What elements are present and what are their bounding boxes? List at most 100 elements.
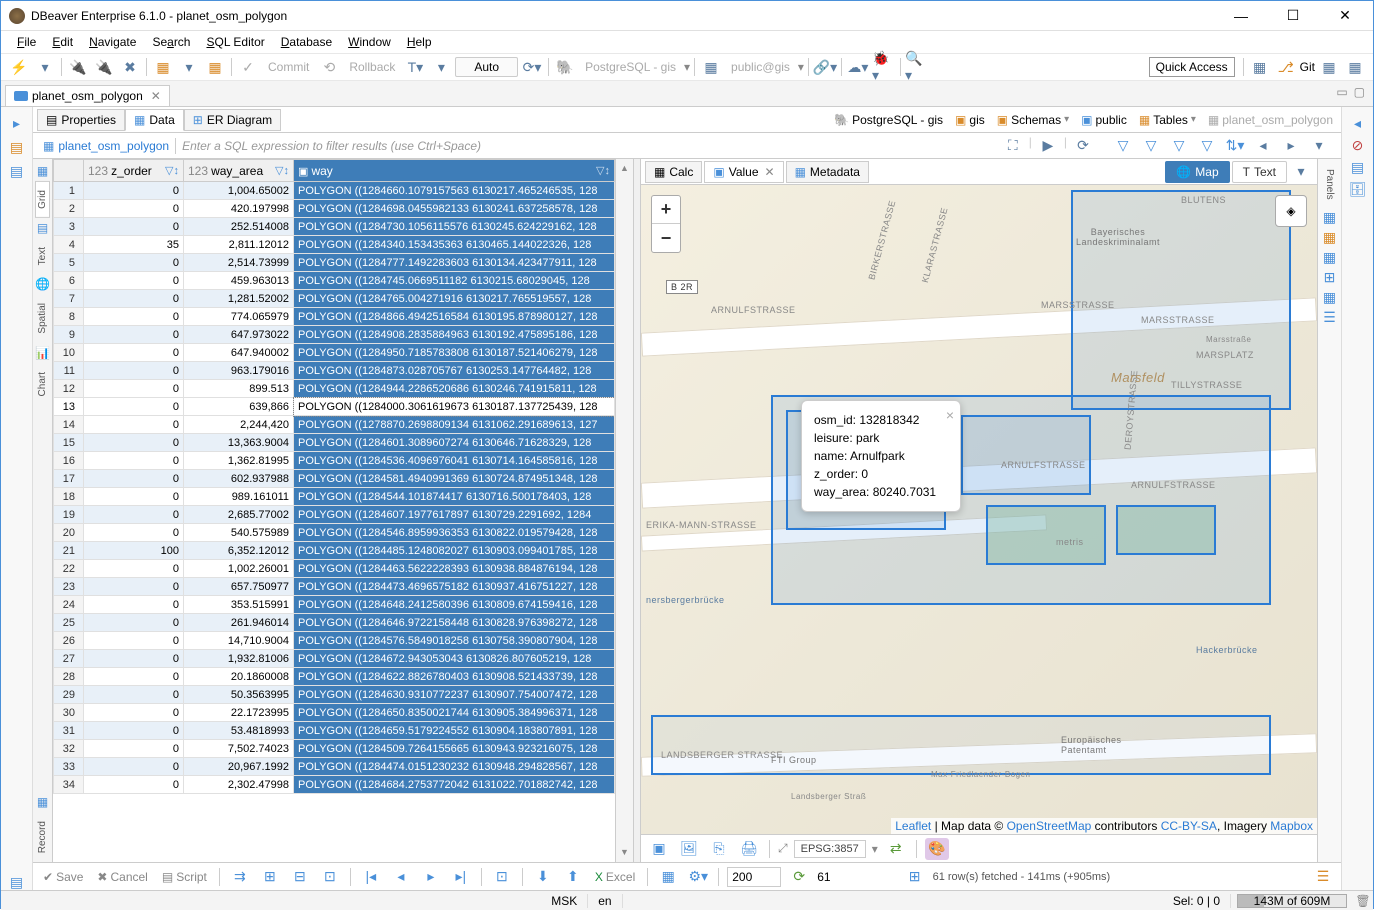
nav-first-icon[interactable]: |◂ <box>359 866 383 888</box>
panel-menu-icon[interactable]: ▾ <box>1289 161 1313 183</box>
close-button[interactable]: ✕ <box>1325 2 1365 30</box>
cell-way-area[interactable]: 6,352.12012 <box>184 542 294 560</box>
cell-way-area[interactable]: 261.946014 <box>184 614 294 632</box>
new-connection-icon[interactable]: ⚡ <box>7 56 31 78</box>
row-number[interactable]: 4 <box>54 236 84 254</box>
table-row[interactable]: 502,514.73999POLYGON ((1284777.149228360… <box>54 254 615 272</box>
row-number[interactable]: 17 <box>54 470 84 488</box>
cell-z-order[interactable]: 0 <box>84 758 184 776</box>
table-row[interactable]: 90647.973022POLYGON ((1284908.2835884963… <box>54 326 615 344</box>
db-icon[interactable]: 🗄 <box>1349 181 1367 197</box>
row-number[interactable]: 3 <box>54 218 84 236</box>
table-row[interactable]: 701,281.52002POLYGON ((1284765.004271916… <box>54 290 615 308</box>
cell-way[interactable]: POLYGON ((1284944.2286520686 6130246.741… <box>294 380 615 398</box>
bug-icon[interactable]: 🐞▾ <box>872 56 896 78</box>
cell-way-area[interactable]: 2,514.73999 <box>184 254 294 272</box>
cell-way[interactable]: POLYGON ((1284672.943053043 6130826.8076… <box>294 650 615 668</box>
sql-new-icon[interactable]: ▦ <box>203 56 227 78</box>
table-row[interactable]: 30022.1723995POLYGON ((1284650.835002174… <box>54 704 615 722</box>
gear-icon[interactable]: ⚙▾ <box>686 866 710 888</box>
cell-way[interactable]: POLYGON ((1284660.1079157563 6130217.465… <box>294 182 615 200</box>
bc-catalog[interactable]: ▣gis <box>951 111 989 129</box>
row-number[interactable]: 31 <box>54 722 84 740</box>
cancel-button[interactable]: ✖Cancel <box>93 868 151 886</box>
cell-way[interactable]: POLYGON ((1284777.1492283603 6130134.423… <box>294 254 615 272</box>
table-row[interactable]: 250261.946014POLYGON ((1284646.972215844… <box>54 614 615 632</box>
row-number[interactable]: 22 <box>54 560 84 578</box>
cell-z-order[interactable]: 0 <box>84 416 184 434</box>
menu-window[interactable]: Window <box>342 33 397 51</box>
col-z-order[interactable]: 123 z_order▽↕ <box>84 160 184 182</box>
cell-way-area[interactable]: 647.940002 <box>184 344 294 362</box>
plug-icon[interactable]: 🔌 <box>66 56 90 78</box>
cell-z-order[interactable]: 0 <box>84 362 184 380</box>
cell-way-area[interactable]: 50.3563995 <box>184 686 294 704</box>
cell-z-order[interactable]: 0 <box>84 740 184 758</box>
schema-combo[interactable]: public@gis <box>725 60 796 74</box>
cell-way-area[interactable]: 13,363.9004 <box>184 434 294 452</box>
git-label[interactable]: Git <box>1300 60 1315 74</box>
projects-icon[interactable]: ▤ <box>8 163 26 179</box>
menu-file[interactable]: File <box>11 33 42 51</box>
cell-way[interactable]: POLYGON ((1284648.2412580396 6130809.674… <box>294 596 615 614</box>
cell-z-order[interactable]: 0 <box>84 290 184 308</box>
minimize-view-icon[interactable]: ▭ <box>1336 85 1347 99</box>
cell-z-order[interactable]: 0 <box>84 254 184 272</box>
cell-z-order[interactable]: 0 <box>84 686 184 704</box>
editor-tab-polygon[interactable]: planet_osm_polygon ✕ <box>5 85 170 106</box>
cell-way[interactable]: POLYGON ((1284607.1977617897 6130729.229… <box>294 506 615 524</box>
row-number[interactable]: 15 <box>54 434 84 452</box>
cell-z-order[interactable]: 0 <box>84 524 184 542</box>
tab-value[interactable]: ▣Value✕ <box>704 161 783 183</box>
cell-way-area[interactable]: 22.1723995 <box>184 704 294 722</box>
cell-way[interactable]: POLYGON ((1284650.8350021744 6130905.384… <box>294 704 615 722</box>
nav-next-icon[interactable]: ▸ <box>419 866 443 888</box>
search-icon[interactable]: 🔍▾ <box>905 56 929 78</box>
cell-z-order[interactable]: 100 <box>84 542 184 560</box>
schema-combo-icon[interactable]: ▦ <box>699 56 723 78</box>
cell-way-area[interactable]: 1,932.81006 <box>184 650 294 668</box>
attr-mapbox[interactable]: Mapbox <box>1270 819 1313 833</box>
row-number[interactable]: 20 <box>54 524 84 542</box>
cell-z-order[interactable]: 0 <box>84 326 184 344</box>
cell-way[interactable]: POLYGON ((1284536.4096976041 6130714.164… <box>294 452 615 470</box>
menu-sql[interactable]: SQL Editor <box>200 33 270 51</box>
edit-icon-2[interactable]: ⊞ <box>258 866 282 888</box>
perspective-db-icon[interactable]: ▦ <box>1248 56 1272 78</box>
nav-last-icon[interactable]: ▸| <box>449 866 473 888</box>
excel-button[interactable]: XExcel <box>591 868 639 886</box>
edit-icon-1[interactable]: ⇉ <box>228 866 252 888</box>
spatial-icon[interactable]: 🌐 <box>35 276 51 292</box>
row-number[interactable]: 30 <box>54 704 84 722</box>
table-row[interactable]: 1902,685.77002POLYGON ((1284607.19776178… <box>54 506 615 524</box>
map-print-icon[interactable]: 🖨 <box>737 838 761 860</box>
filter-icon-3[interactable]: ▽ <box>1167 135 1191 157</box>
cell-way-area[interactable]: 20.1860008 <box>184 668 294 686</box>
cell-way[interactable]: POLYGON ((1284581.4940991369 6130724.874… <box>294 470 615 488</box>
bookmarks-icon[interactable]: ▤ <box>8 874 26 890</box>
row-number[interactable]: 2 <box>54 200 84 218</box>
row-number[interactable]: 14 <box>54 416 84 434</box>
row-number[interactable]: 24 <box>54 596 84 614</box>
row-number[interactable]: 9 <box>54 326 84 344</box>
menu-edit[interactable]: Edit <box>46 33 79 51</box>
map-refresh-icon[interactable]: ⇄ <box>884 838 908 860</box>
nav-prev-icon[interactable]: ◂ <box>389 866 413 888</box>
auto-button[interactable]: Auto <box>455 57 518 77</box>
git-icon[interactable]: ⎇ <box>1274 56 1298 78</box>
cell-way-area[interactable]: 2,302.47998 <box>184 776 294 794</box>
cell-way-area[interactable]: 647.973022 <box>184 326 294 344</box>
cell-way-area[interactable]: 2,244,420 <box>184 416 294 434</box>
text-mode-button[interactable]: TText <box>1232 161 1287 183</box>
row-number[interactable]: 21 <box>54 542 84 560</box>
side-tab-chart[interactable]: Chart <box>35 363 50 405</box>
popup-close-icon[interactable]: × <box>946 405 954 426</box>
cell-way-area[interactable]: 2,811.12012 <box>184 236 294 254</box>
cell-way-area[interactable]: 1,281.52002 <box>184 290 294 308</box>
cell-way[interactable]: POLYGON ((1284509.7264155665 6130943.923… <box>294 740 615 758</box>
bc-schema[interactable]: ▣public <box>1077 111 1131 129</box>
cell-way[interactable]: POLYGON ((1284873.028705767 6130253.1477… <box>294 362 615 380</box>
row-number[interactable]: 1 <box>54 182 84 200</box>
connection-combo[interactable]: PostgreSQL - gis <box>579 60 682 74</box>
error-log-icon[interactable]: ⊘ <box>1349 137 1367 153</box>
